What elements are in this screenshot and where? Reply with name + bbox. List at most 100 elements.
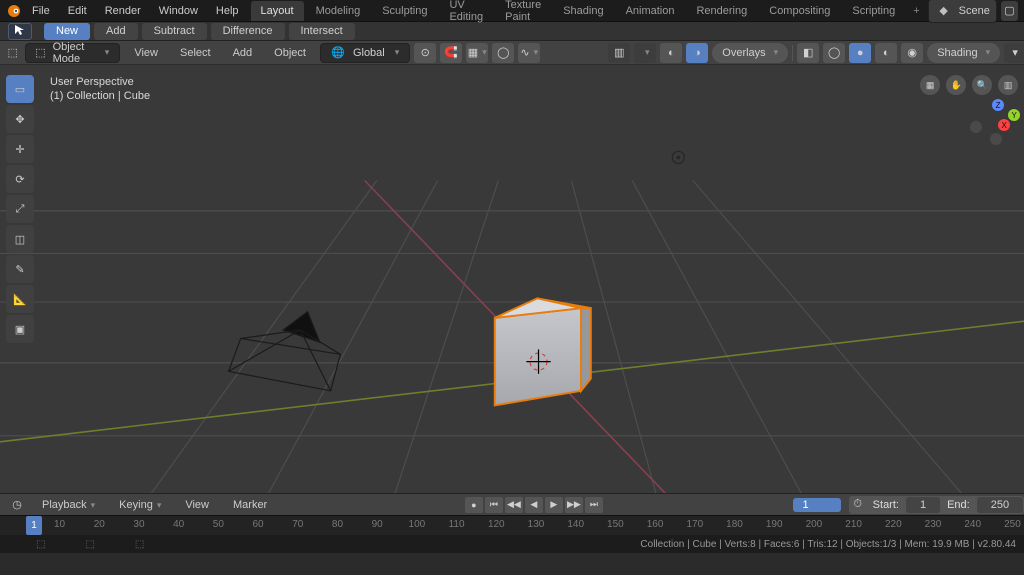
workspace-tab-layout[interactable]: Layout <box>251 1 304 21</box>
workspace-tab-modeling[interactable]: Modeling <box>306 1 371 21</box>
workspace-tab-animation[interactable]: Animation <box>616 1 685 21</box>
timeline-ruler[interactable]: 1 10203040506070809010011012013014015016… <box>0 515 1024 535</box>
visibility-options[interactable] <box>634 43 656 63</box>
vh-add[interactable]: Add <box>225 44 261 62</box>
shading-options[interactable]: ▾ <box>1004 43 1024 63</box>
orientation-dropdown[interactable]: 🌐Global <box>320 43 410 63</box>
shading-rendered-button[interactable]: ◉ <box>901 43 923 63</box>
shading-lookdev-button[interactable]: ◐ <box>875 43 897 63</box>
proportional-options[interactable]: ∿ <box>518 43 540 63</box>
axis-x[interactable]: X <box>998 119 1010 131</box>
axis-y[interactable]: Y <box>1008 109 1020 121</box>
workspace-tab-texture[interactable]: Texture Paint <box>495 0 551 27</box>
tool-scale[interactable]: ⤢ <box>6 195 34 223</box>
op-subtract[interactable]: Subtract <box>142 23 207 40</box>
playhead[interactable]: 1 <box>26 516 42 535</box>
workspace-tab-uv[interactable]: UV Editing <box>439 0 493 27</box>
op-new[interactable]: New <box>44 23 90 40</box>
snap-options[interactable]: ▦ <box>466 43 488 63</box>
globe-icon: 🌐 <box>329 44 347 62</box>
timeline-tick: 140 <box>556 516 596 535</box>
menu-file[interactable]: File <box>24 2 58 20</box>
viewport-scene <box>0 65 1024 493</box>
range-icon[interactable]: ⏱ <box>849 496 867 514</box>
workspace-tab-sculpting[interactable]: Sculpting <box>372 1 437 21</box>
timeline-tick: 10 <box>40 516 80 535</box>
add-workspace-button[interactable]: + <box>907 2 925 20</box>
op-intersect[interactable]: Intersect <box>289 23 355 40</box>
key-next-button[interactable]: ▶▶ <box>565 497 583 513</box>
start-field[interactable]: 1 <box>906 497 940 513</box>
op-difference[interactable]: Difference <box>211 23 285 40</box>
workspace-tab-compositing[interactable]: Compositing <box>759 1 840 21</box>
timeline-tick: 240 <box>953 516 993 535</box>
timeline-tick: 60 <box>238 516 278 535</box>
timeline-editor-icon[interactable]: ◷ <box>8 496 26 514</box>
play-button[interactable]: ▶ <box>545 497 563 513</box>
axis-neg[interactable] <box>990 133 1002 145</box>
nav-gizmo[interactable]: Z Y X <box>968 99 1018 139</box>
xray-button[interactable]: ◧ <box>797 43 819 63</box>
tool-move[interactable]: ✛ <box>6 135 34 163</box>
gizmo-camera-icon[interactable]: ▦ <box>920 75 940 95</box>
shading-dropdown[interactable]: Shading <box>927 43 1000 63</box>
tool-rotate[interactable]: ⟳ <box>6 165 34 193</box>
3d-viewport-canvas[interactable]: ▭ ✥ ✛ ⟳ ⤢ ◫ ✎ 📐 ▣ User Perspective (1) C… <box>0 65 1024 493</box>
autokey-button[interactable]: ● <box>465 497 483 513</box>
gizmo-toggle[interactable]: ◐ <box>660 43 682 63</box>
timeline-tick: 110 <box>437 516 477 535</box>
jump-start-button[interactable]: ⏮ <box>485 497 503 513</box>
shading-solid-button[interactable]: ● <box>849 43 871 63</box>
visibility-button[interactable]: ▥ <box>608 43 630 63</box>
jump-end-button[interactable]: ⏭ <box>585 497 603 513</box>
timeline-tick: 70 <box>278 516 318 535</box>
menu-render[interactable]: Render <box>97 2 149 20</box>
workspace-tab-shading[interactable]: Shading <box>553 1 613 21</box>
proportional-button[interactable]: ◯ <box>492 43 514 63</box>
menu-window[interactable]: Window <box>151 2 206 20</box>
shading-wire-button[interactable]: ◯ <box>823 43 845 63</box>
object-mode-dropdown[interactable]: ⬚Object Mode <box>25 43 120 63</box>
tl-keying-menu[interactable]: Keying <box>111 496 169 514</box>
tool-transform[interactable]: ◫ <box>6 225 34 253</box>
axis-z[interactable]: Z <box>992 99 1004 111</box>
tool-cursor[interactable]: ✥ <box>6 105 34 133</box>
tool-annotate[interactable]: ✎ <box>6 255 34 283</box>
pivot-button[interactable]: ⊙ <box>414 43 436 63</box>
tl-marker-menu[interactable]: Marker <box>225 496 275 514</box>
tool-measure[interactable]: 📐 <box>6 285 34 313</box>
frame-range: ⏱ Start: 1 End: 250 <box>849 496 1024 514</box>
scene-field[interactable]: ◆ Scene <box>928 0 997 23</box>
tl-view-menu[interactable]: View <box>177 496 217 514</box>
overlay-toggle[interactable]: ◑ <box>686 43 708 63</box>
gizmo-ortho-icon[interactable]: ▥ <box>998 75 1018 95</box>
axis-neg2[interactable] <box>970 121 982 133</box>
vh-object[interactable]: Object <box>266 44 314 62</box>
gizmo-zoom-icon[interactable]: 🔍 <box>972 75 992 95</box>
end-field[interactable]: 250 <box>977 497 1023 513</box>
editor-type-icon[interactable]: ⬚ <box>6 44 19 62</box>
scene-browse-button[interactable]: ▢ <box>1001 1 1018 21</box>
blender-logo-icon <box>6 3 22 19</box>
menu-edit[interactable]: Edit <box>60 2 95 20</box>
overlays-dropdown[interactable]: Overlays <box>712 43 788 63</box>
timeline-tick: 30 <box>119 516 159 535</box>
workspace-tab-rendering[interactable]: Rendering <box>686 1 757 21</box>
tool-select[interactable]: ▭ <box>6 75 34 103</box>
snap-button[interactable]: 🧲 <box>440 43 462 63</box>
key-prev-button[interactable]: ◀◀ <box>505 497 523 513</box>
workspace-tab-scripting[interactable]: Scripting <box>842 1 905 21</box>
current-frame-field[interactable]: 1 <box>793 498 841 512</box>
vh-view[interactable]: View <box>126 44 166 62</box>
play-rev-button[interactable]: ◀ <box>525 497 543 513</box>
tl-playback-menu[interactable]: Playback <box>34 496 103 514</box>
timeline-tick: 150 <box>596 516 636 535</box>
tool-extra[interactable]: ▣ <box>6 315 34 343</box>
gizmo-pan-icon[interactable]: ✋ <box>946 75 966 95</box>
cursor-tool-icon[interactable] <box>8 23 32 40</box>
timeline-tick: 160 <box>635 516 675 535</box>
op-add[interactable]: Add <box>94 23 138 40</box>
menu-help[interactable]: Help <box>208 2 247 20</box>
top-menu-bar: File Edit Render Window Help Layout Mode… <box>0 0 1024 22</box>
vh-select[interactable]: Select <box>172 44 219 62</box>
